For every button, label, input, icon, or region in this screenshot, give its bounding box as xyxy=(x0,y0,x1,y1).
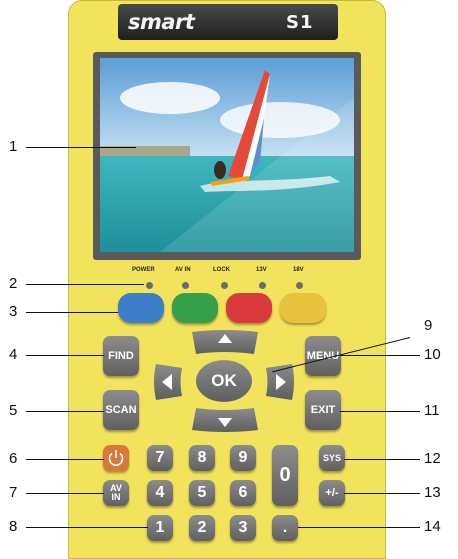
led-label-power: POWER xyxy=(132,267,155,273)
led-label-lock: LOCK xyxy=(213,267,230,273)
led-13v xyxy=(259,282,266,289)
callout-line-14 xyxy=(298,527,420,528)
digit-5-key[interactable]: 5 xyxy=(189,480,215,506)
callout-line-4 xyxy=(26,355,104,356)
digit-1-key[interactable]: 1 xyxy=(147,515,173,541)
callout-line-6 xyxy=(26,459,104,460)
callout-10: 10 xyxy=(424,346,441,363)
power-button[interactable] xyxy=(103,445,129,471)
callout-4: 4 xyxy=(9,346,18,363)
callout-7: 7 xyxy=(9,484,18,501)
callout-5: 5 xyxy=(9,402,18,419)
callout-line-10 xyxy=(340,355,420,356)
scan-button[interactable]: SCAN xyxy=(103,390,139,430)
callout-13: 13 xyxy=(424,484,441,501)
lcd-screen xyxy=(100,58,354,252)
yellow-key[interactable] xyxy=(280,293,326,323)
callout-line-13 xyxy=(344,493,420,494)
digit-2-key[interactable]: 2 xyxy=(189,515,215,541)
led-av-in xyxy=(182,282,189,289)
led-power xyxy=(146,282,153,289)
callout-12: 12 xyxy=(424,450,441,467)
callout-11: 11 xyxy=(424,402,440,419)
callout-line-12 xyxy=(344,459,420,460)
callout-6: 6 xyxy=(9,450,18,467)
dot-key[interactable]: . xyxy=(272,515,298,541)
ok-button[interactable]: OK xyxy=(198,362,250,400)
find-button[interactable]: FIND xyxy=(103,336,139,376)
brand-logo: smart xyxy=(128,10,195,34)
callout-2: 2 xyxy=(9,275,18,292)
exit-button[interactable]: EXIT xyxy=(305,390,341,430)
power-icon xyxy=(108,450,124,466)
digit-4-key[interactable]: 4 xyxy=(147,480,173,506)
digit-3-key[interactable]: 3 xyxy=(230,515,256,541)
digit-8-key[interactable]: 8 xyxy=(189,445,215,471)
plus-minus-button[interactable]: +/- xyxy=(319,480,345,506)
callout-3: 3 xyxy=(9,303,18,320)
led-label-av-in: AV IN xyxy=(175,267,191,273)
model-name: S1 xyxy=(286,12,314,33)
digit-6-key[interactable]: 6 xyxy=(230,480,256,506)
led-label-13v: 13V xyxy=(256,267,267,273)
led-label-18v: 18V xyxy=(293,267,304,273)
led-lock xyxy=(221,282,228,289)
callout-line-11 xyxy=(340,411,420,412)
callout-line-5 xyxy=(26,411,104,412)
red-key[interactable] xyxy=(226,293,272,323)
callout-line-8 xyxy=(26,527,148,528)
av-in-button[interactable]: AV IN xyxy=(103,480,129,506)
callout-9: 9 xyxy=(424,317,433,334)
callout-8: 8 xyxy=(9,518,18,535)
callout-14: 14 xyxy=(424,518,441,535)
digit-7-key[interactable]: 7 xyxy=(147,445,173,471)
digit-0-key[interactable]: 0 xyxy=(272,445,298,506)
callout-line-1 xyxy=(26,147,136,148)
blue-key[interactable] xyxy=(118,293,164,323)
callout-1: 1 xyxy=(9,138,18,155)
callout-line-3 xyxy=(26,312,118,313)
callout-line-7 xyxy=(26,493,104,494)
green-key[interactable] xyxy=(172,293,218,323)
digit-9-key[interactable]: 9 xyxy=(230,445,256,471)
led-18v xyxy=(296,282,303,289)
callout-line-2 xyxy=(26,284,144,285)
sys-button[interactable]: SYS xyxy=(319,445,345,471)
